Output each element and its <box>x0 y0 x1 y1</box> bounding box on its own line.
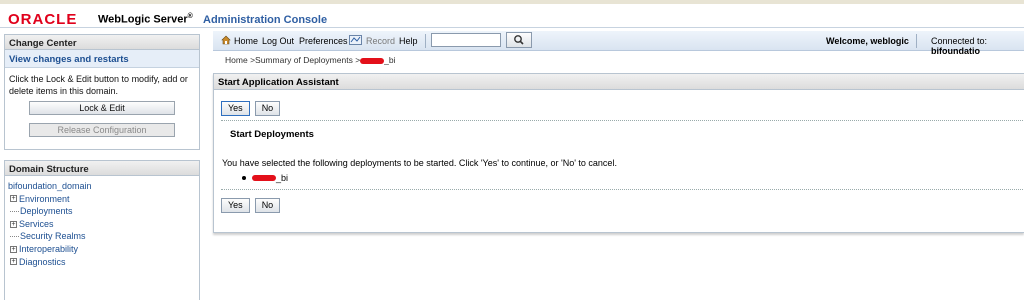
tree-item-interoperability[interactable]: + Interoperability <box>8 243 196 256</box>
breadcrumb: Home >Summary of Deployments > _bi <box>225 55 396 65</box>
bullet-icon <box>242 176 246 180</box>
no-button-top[interactable]: No <box>254 101 281 116</box>
tree-item-services[interactable]: + Services <box>8 218 196 231</box>
section-divider <box>221 120 1024 121</box>
breadcrumb-home[interactable]: Home <box>225 55 248 65</box>
home-link[interactable]: Home <box>234 36 258 46</box>
console-name: Administration Console <box>203 14 328 26</box>
no-button-bottom[interactable]: No <box>254 198 281 213</box>
logout-link[interactable]: Log Out <box>262 36 294 46</box>
yes-button-top[interactable]: Yes <box>221 101 250 116</box>
console-brand-bar: ORACLE WebLogic Server® Administration C… <box>0 4 1024 28</box>
expand-icon[interactable]: + <box>10 258 17 266</box>
search-button[interactable] <box>506 32 532 48</box>
preferences-link[interactable]: Preferences <box>299 36 348 46</box>
section-divider <box>221 189 1024 190</box>
top-button-row: Yes No <box>221 101 281 116</box>
change-center-panel: Change Center View changes and restarts … <box>4 34 200 150</box>
oracle-logo: ORACLE <box>8 11 78 28</box>
release-configuration-button: Release Configuration <box>29 123 175 137</box>
domain-structure-title: Domain Structure <box>5 161 199 176</box>
deployment-list-item: _bi <box>242 173 288 183</box>
breadcrumb-current: _bi <box>384 55 396 65</box>
tree-connector <box>10 236 19 238</box>
expand-icon[interactable]: + <box>10 220 17 228</box>
change-center-title: Change Center <box>5 35 199 50</box>
confirmation-message: You have selected the following deployme… <box>222 158 617 168</box>
assistant-title: Start Application Assistant <box>214 74 1024 90</box>
tree-item-deployments[interactable]: Deployments <box>8 205 196 218</box>
start-deployments-heading: Start Deployments <box>230 129 314 140</box>
expand-icon[interactable]: + <box>10 245 17 253</box>
domain-tree: bifoundation_domain + Environment Deploym… <box>5 176 199 272</box>
brand-divider <box>0 27 1024 28</box>
tree-item-security-realms[interactable]: Security Realms <box>8 230 196 243</box>
toolbar-separator <box>425 34 426 48</box>
connected-text: Connected to: bifoundatio <box>931 36 988 56</box>
tree-item-environment[interactable]: + Environment <box>8 193 196 206</box>
search-input[interactable] <box>431 33 501 47</box>
tree-item-diagnostics[interactable]: + Diagnostics <box>8 256 196 269</box>
home-icon[interactable] <box>221 35 231 45</box>
bottom-button-row: Yes No <box>221 198 281 213</box>
redaction-mark <box>252 175 276 181</box>
domain-structure-panel: Domain Structure bifoundation_domain + En… <box>4 160 200 300</box>
toolbar-separator <box>916 34 917 48</box>
domain-root-link[interactable]: bifoundation_domain <box>8 180 196 193</box>
tree-connector <box>10 210 19 212</box>
redaction-mark <box>360 57 385 64</box>
console-toolbar: Home Log Out Preferences Record Help Wel… <box>213 31 1024 56</box>
record-link[interactable]: Record <box>366 36 395 46</box>
breadcrumb-summary[interactable]: Summary of Deployments <box>255 55 353 65</box>
start-application-assistant: Start Application Assistant Yes No Start… <box>213 73 1024 233</box>
view-changes-link[interactable]: View changes and restarts <box>5 50 199 68</box>
change-center-instructions: Click the Lock & Edit button to modify, … <box>9 74 188 96</box>
record-icon[interactable] <box>349 35 362 45</box>
expand-icon[interactable]: + <box>10 195 17 203</box>
help-link[interactable]: Help <box>399 36 418 46</box>
lock-edit-button[interactable]: Lock & Edit <box>29 101 175 115</box>
search-icon <box>514 35 524 45</box>
welcome-text: Welcome, weblogic <box>826 36 909 46</box>
product-name: WebLogic Server® <box>98 13 193 26</box>
yes-button-bottom[interactable]: Yes <box>221 198 250 213</box>
